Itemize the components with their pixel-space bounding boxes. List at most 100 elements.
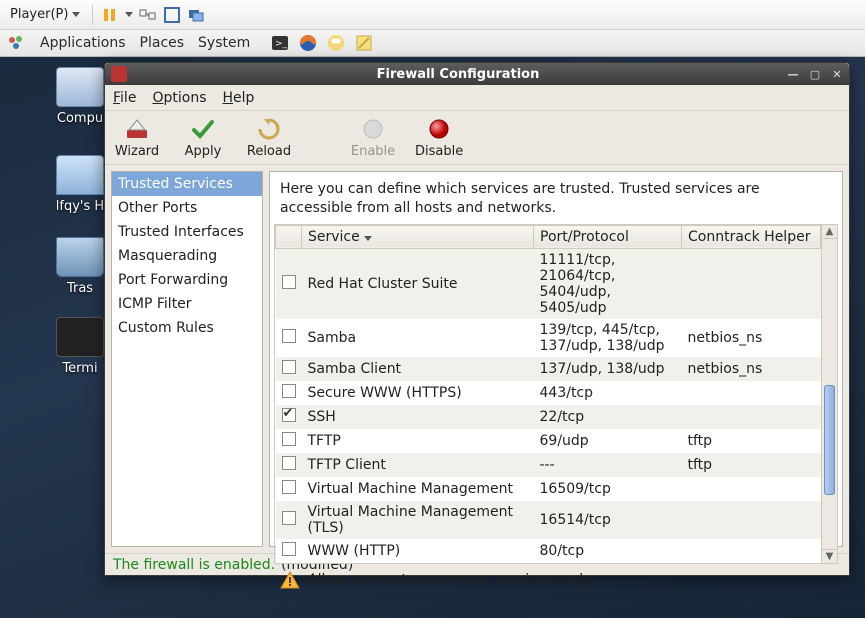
menu-help[interactable]: Help (222, 90, 254, 106)
status-enabled: The firewall is enabled. (113, 557, 275, 573)
toolbar-label: Enable (351, 144, 395, 159)
menu-file[interactable]: File (113, 90, 136, 106)
cell-service: Red Hat Cluster Suite (302, 248, 534, 319)
cell-helper (682, 477, 821, 501)
help-icon[interactable] (326, 33, 346, 53)
service-checkbox[interactable] (282, 511, 296, 525)
scrollbar-thumb[interactable] (824, 385, 835, 495)
table-row[interactable]: Virtual Machine Management16509/tcp (276, 477, 821, 501)
scroll-down-arrow-icon[interactable]: ▼ (822, 549, 837, 563)
disable-light-icon (426, 116, 452, 142)
sidebar-item-custom-rules[interactable]: Custom Rules (112, 316, 262, 340)
warning-icon (280, 570, 300, 590)
sidebar-item-other-ports[interactable]: Other Ports (112, 196, 262, 220)
table-row[interactable]: Secure WWW (HTTPS)443/tcp (276, 381, 821, 405)
cell-helper (682, 405, 821, 429)
workspace: Trusted Services Other Ports Trusted Int… (105, 165, 849, 553)
window-minimize-button[interactable]: — (783, 66, 803, 82)
toolbar-divider (92, 5, 93, 25)
service-checkbox[interactable] (282, 360, 296, 374)
cell-service: TFTP (302, 429, 534, 453)
table-row[interactable]: WWW (HTTP)80/tcp (276, 539, 821, 563)
cell-service: SSH (302, 405, 534, 429)
service-checkbox[interactable] (282, 480, 296, 494)
reload-button[interactable]: Reload (245, 116, 293, 159)
table-row[interactable]: TFTP Client---tftp (276, 453, 821, 477)
panel-menu-system[interactable]: System (198, 35, 250, 51)
col-service[interactable]: Service (302, 225, 534, 248)
enable-light-icon (360, 116, 386, 142)
disable-button[interactable]: Disable (415, 116, 463, 159)
terminal-icon[interactable]: >_ (270, 33, 290, 53)
service-checkbox[interactable] (282, 408, 296, 422)
vmware-player-bar: Player(P) (0, 0, 865, 30)
apply-button[interactable]: Apply (179, 116, 227, 159)
desktop-area: Compu lfqy's H Tras Termi Firewall Confi… (0, 57, 865, 618)
table-row[interactable]: Red Hat Cluster Suite11111/tcp, 21064/tc… (276, 248, 821, 319)
sidebar-item-masquerading[interactable]: Masquerading (112, 244, 262, 268)
col-port[interactable]: Port/Protocol (534, 225, 682, 248)
cell-service: Virtual Machine Management (302, 477, 534, 501)
window-close-button[interactable]: ✕ (827, 66, 847, 82)
cell-service: WWW (HTTP) (302, 539, 534, 563)
cell-port: --- (534, 453, 682, 477)
cell-helper (682, 501, 821, 539)
col-helper[interactable]: Conntrack Helper (682, 225, 821, 248)
table-row[interactable]: Samba139/tcp, 445/tcp, 137/udp, 138/udpn… (276, 319, 821, 357)
service-checkbox[interactable] (282, 275, 296, 289)
send-keys-icon[interactable] (139, 6, 157, 24)
col-check[interactable] (276, 225, 302, 248)
toolbar-label: Wizard (115, 144, 159, 159)
main-panel: Here you can define which services are t… (269, 171, 843, 547)
service-checkbox[interactable] (282, 329, 296, 343)
player-menu[interactable]: Player(P) (6, 5, 84, 24)
notes-icon[interactable] (354, 33, 374, 53)
sidebar-item-trusted-interfaces[interactable]: Trusted Interfaces (112, 220, 262, 244)
sidebar-item-trusted-services[interactable]: Trusted Services (112, 172, 262, 196)
pause-icon[interactable] (101, 6, 119, 24)
window-maximize-button[interactable]: ▢ (805, 66, 825, 82)
table-row[interactable]: Virtual Machine Management (TLS)16514/tc… (276, 501, 821, 539)
services-table: Service Port/Protocol Conntrack Helper R… (275, 225, 821, 563)
panel-menu-places[interactable]: Places (140, 35, 185, 51)
chevron-down-icon[interactable] (125, 12, 133, 17)
sidebar-item-icmp-filter[interactable]: ICMP Filter (112, 292, 262, 316)
vertical-scrollbar[interactable]: ▲ ▼ (821, 225, 837, 563)
panel-launcher-group: >_ (270, 33, 374, 53)
cell-service: Samba (302, 319, 534, 357)
hint-text: Allow access to necessary services, only… (308, 572, 594, 588)
panel-description: Here you can define which services are t… (270, 172, 842, 224)
panel-menu-applications[interactable]: Applications (40, 35, 126, 51)
svg-text:>_: >_ (275, 39, 288, 49)
fullscreen-icon[interactable] (163, 6, 181, 24)
firefox-icon[interactable] (298, 33, 318, 53)
reload-icon (256, 116, 282, 142)
wizard-icon (124, 116, 150, 142)
service-checkbox[interactable] (282, 384, 296, 398)
distributor-logo-icon[interactable] (6, 33, 26, 53)
unity-icon[interactable] (187, 6, 205, 24)
cell-port: 443/tcp (534, 381, 682, 405)
cell-helper: netbios_ns (682, 357, 821, 381)
service-checkbox[interactable] (282, 542, 296, 556)
wizard-button[interactable]: Wizard (113, 116, 161, 159)
cell-helper: tftp (682, 453, 821, 477)
sidebar-item-port-forwarding[interactable]: Port Forwarding (112, 268, 262, 292)
menu-options[interactable]: Options (152, 90, 206, 106)
table-row[interactable]: TFTP69/udptftp (276, 429, 821, 453)
service-checkbox[interactable] (282, 456, 296, 470)
table-row[interactable]: SSH22/tcp (276, 405, 821, 429)
toolbar-label: Apply (185, 144, 222, 159)
window-titlebar[interactable]: Firewall Configuration — ▢ ✕ (105, 63, 849, 85)
cell-helper (682, 539, 821, 563)
scroll-up-arrow-icon[interactable]: ▲ (822, 225, 837, 239)
cell-service: Virtual Machine Management (TLS) (302, 501, 534, 539)
cell-service: Samba Client (302, 357, 534, 381)
cell-port: 11111/tcp, 21064/tcp, 5404/udp, 5405/udp (534, 248, 682, 319)
service-checkbox[interactable] (282, 432, 296, 446)
window-title: Firewall Configuration (133, 67, 783, 82)
cell-port: 139/tcp, 445/tcp, 137/udp, 138/udp (534, 319, 682, 357)
services-table-scroll[interactable]: Service Port/Protocol Conntrack Helper R… (275, 225, 821, 563)
cell-service: Secure WWW (HTTPS) (302, 381, 534, 405)
table-row[interactable]: Samba Client137/udp, 138/udpnetbios_ns (276, 357, 821, 381)
